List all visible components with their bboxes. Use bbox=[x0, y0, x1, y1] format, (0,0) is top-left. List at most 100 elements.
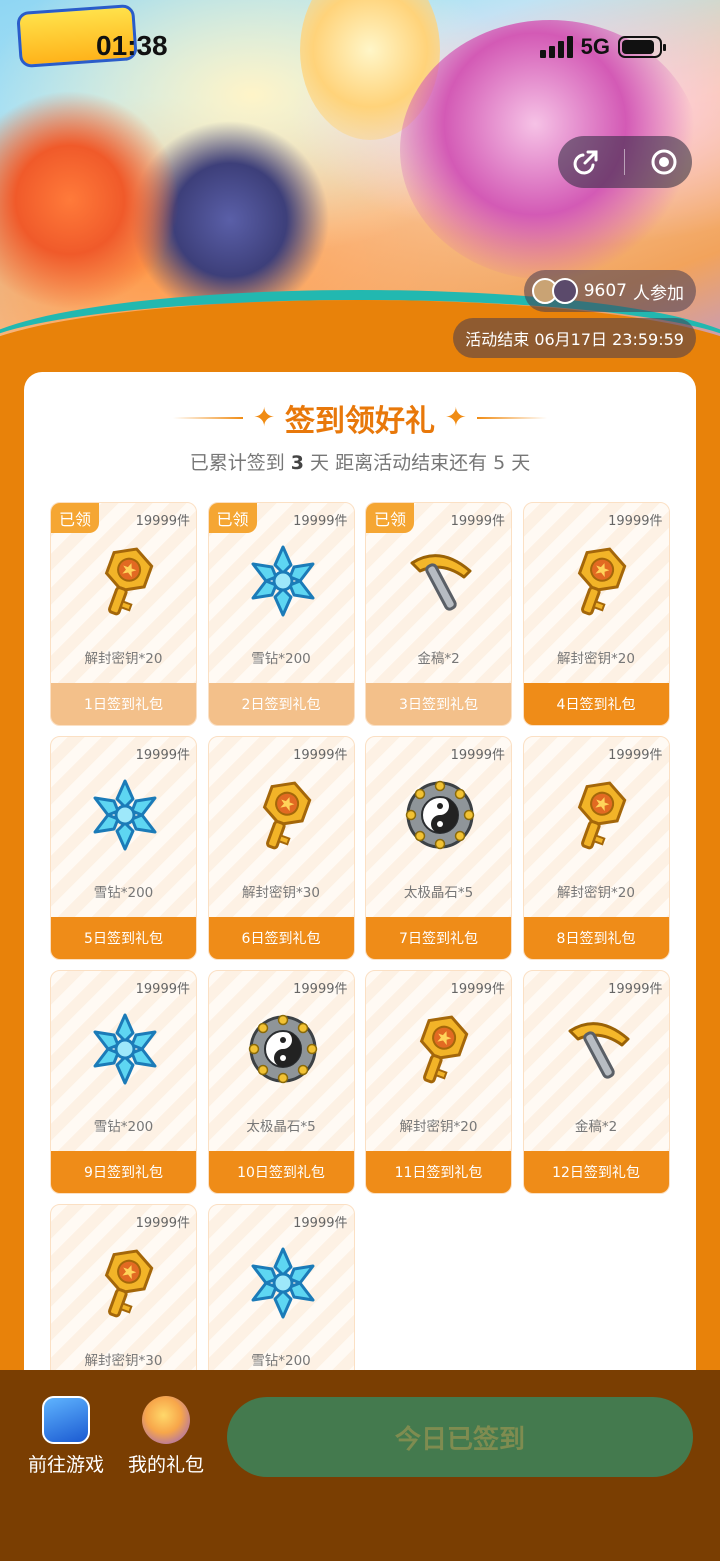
days-left-count: 5 bbox=[493, 452, 506, 474]
claimed-badge: 已领 bbox=[208, 503, 257, 533]
sparkle-icon: ✦ bbox=[253, 403, 275, 433]
reward-item-name: 解封密钥*20 bbox=[84, 651, 163, 667]
go-to-game-button[interactable]: 前往游戏 bbox=[21, 1396, 111, 1477]
signal-icon bbox=[539, 36, 573, 58]
day-gift-label: 6日签到礼包 bbox=[208, 917, 354, 959]
reward-tile[interactable]: 19999件解封密钥*30 6日签到礼包 bbox=[207, 736, 355, 960]
reward-item-name: 雪钻*200 bbox=[93, 885, 154, 901]
stock-count: 19999件 bbox=[293, 982, 348, 997]
key-icon bbox=[245, 777, 321, 853]
checkin-card: ✦ 签到领好礼 ✦ 已累计签到 3 天 距离活动结束还有 5 天 已领 19999… bbox=[24, 372, 696, 1382]
status-time: 01:38 bbox=[96, 30, 168, 61]
target-close-icon[interactable] bbox=[647, 145, 681, 179]
reward-item-name: 金稿*2 bbox=[574, 1119, 618, 1135]
game-app-icon bbox=[42, 1396, 90, 1444]
stock-count: 19999件 bbox=[293, 514, 348, 529]
gift-avatar-icon bbox=[142, 1396, 190, 1444]
signed-days-count: 3 bbox=[290, 452, 304, 474]
day-gift-label: 3日签到礼包 bbox=[366, 683, 511, 725]
claimed-badge: 已领 bbox=[51, 503, 100, 533]
reward-tile[interactable]: 19999件 解封密钥*20 4日签到礼包 bbox=[522, 502, 670, 726]
gold-pickaxe-icon bbox=[560, 1011, 636, 1087]
day-gift-label: 1日签到礼包 bbox=[51, 683, 196, 725]
status-indicators: 5G bbox=[539, 34, 666, 60]
title-line-right bbox=[476, 417, 547, 419]
reward-item-name: 雪钻*200 bbox=[93, 1119, 154, 1135]
day-gift-label: 2日签到礼包 bbox=[208, 683, 354, 725]
card-title: 签到领好礼 bbox=[285, 404, 435, 439]
key-icon bbox=[560, 777, 636, 853]
day-gift-label: 4日签到礼包 bbox=[523, 683, 669, 725]
stock-count: 19999件 bbox=[450, 514, 505, 529]
stock-count: 19999件 bbox=[293, 1216, 348, 1231]
participant-avatars bbox=[531, 278, 578, 304]
key-icon bbox=[560, 543, 636, 619]
activity-end-time: 活动结束 06月17日 23:59:59 bbox=[453, 318, 696, 358]
reward-tile[interactable]: 已领 19999件解封密钥*20 1日签到礼包 bbox=[50, 502, 197, 726]
participants-count: 9607 bbox=[583, 281, 627, 301]
reward-item-name: 解封密钥*30 bbox=[84, 1353, 163, 1369]
stock-count: 19999件 bbox=[135, 748, 190, 763]
taiji-crystal-icon bbox=[245, 1011, 321, 1087]
reward-item-name: 金稿*2 bbox=[417, 651, 460, 667]
key-icon bbox=[87, 1245, 163, 1321]
reward-item-name: 解封密钥*20 bbox=[557, 885, 635, 901]
reward-item-name: 雪钻*200 bbox=[251, 651, 311, 667]
snow-diamond-icon bbox=[87, 777, 163, 853]
summary-suffix: 天 bbox=[511, 452, 531, 474]
day-gift-label: 7日签到礼包 bbox=[366, 917, 511, 959]
mini-program-capsule bbox=[558, 136, 692, 188]
reward-tile[interactable]: 19999件 解封密钥*20 8日签到礼包 bbox=[522, 736, 670, 960]
reward-item-name: 太极晶石*5 bbox=[246, 1119, 316, 1135]
key-icon bbox=[87, 543, 163, 619]
network-type: 5G bbox=[580, 34, 610, 59]
snow-diamond-icon bbox=[245, 1245, 321, 1321]
stock-count: 19999件 bbox=[293, 748, 348, 763]
stock-count: 19999件 bbox=[608, 514, 663, 529]
stock-count: 19999件 bbox=[135, 514, 190, 529]
claimed-badge: 已领 bbox=[366, 503, 415, 533]
stock-count: 19999件 bbox=[608, 982, 663, 997]
reward-tile[interactable]: 已领 19999件金稿*2 3日签到礼包 bbox=[365, 502, 512, 726]
battery-icon bbox=[618, 36, 666, 58]
reward-tile[interactable]: 已领 19999件雪钻*200 2日签到礼包 bbox=[207, 502, 355, 726]
reward-tile[interactable]: 19999件雪钻*20014日签到礼包 bbox=[207, 1204, 355, 1382]
reward-item-name: 解封密钥*30 bbox=[242, 885, 320, 901]
reward-tile[interactable]: 19999件雪钻*200 5日签到礼包 bbox=[50, 736, 197, 960]
participants-pill: 9607 人参加 bbox=[523, 270, 696, 312]
day-gift-label: 5日签到礼包 bbox=[51, 917, 196, 959]
stock-count: 19999件 bbox=[135, 982, 190, 997]
stock-count: 19999件 bbox=[450, 748, 505, 763]
reward-tile[interactable]: 19999件雪钻*200 9日签到礼包 bbox=[50, 970, 197, 1194]
snow-diamond-icon bbox=[87, 1011, 163, 1087]
reward-item-name: 太极晶石*5 bbox=[403, 885, 474, 901]
day-gift-label: 11日签到礼包 bbox=[366, 1151, 511, 1193]
signed-today-button[interactable]: 今日已签到 bbox=[227, 1397, 693, 1477]
go-to-game-label: 前往游戏 bbox=[27, 1454, 104, 1476]
my-gifts-button[interactable]: 我的礼包 bbox=[121, 1396, 211, 1477]
stock-count: 19999件 bbox=[608, 748, 663, 763]
share-arrow-icon[interactable] bbox=[569, 145, 603, 179]
gold-pickaxe-icon bbox=[402, 543, 478, 619]
my-gifts-label: 我的礼包 bbox=[127, 1454, 204, 1476]
card-title-row: ✦ 签到领好礼 ✦ bbox=[24, 396, 696, 440]
taiji-crystal-icon bbox=[402, 777, 478, 853]
day-gift-label: 12日签到礼包 bbox=[523, 1151, 669, 1193]
participants-label: 人参加 bbox=[633, 283, 684, 304]
stock-count: 19999件 bbox=[450, 982, 505, 997]
stock-count: 19999件 bbox=[135, 1216, 190, 1231]
summary-prefix: 已累计签到 bbox=[189, 452, 285, 474]
summary-mid: 天 距离活动结束还有 bbox=[310, 452, 488, 474]
capsule-divider bbox=[624, 149, 626, 175]
checkin-summary: 已累计签到 3 天 距离活动结束还有 5 天 bbox=[24, 448, 696, 475]
reward-tile[interactable]: 19999件金稿*2 12日签到礼包 bbox=[522, 970, 670, 1194]
reward-tile[interactable]: 19999件解封密钥*3013日签到礼包 bbox=[50, 1204, 197, 1382]
reward-tile[interactable]: 19999件 解封密钥*20 11日签到礼包 bbox=[365, 970, 512, 1194]
day-gift-label: 9日签到礼包 bbox=[51, 1151, 196, 1193]
bottom-action-bar: 前往游戏 我的礼包 今日已签到 bbox=[0, 1370, 720, 1561]
title-line-left bbox=[173, 417, 244, 419]
reward-tile[interactable]: 19999件太极晶石*5 7日签到礼包 bbox=[365, 736, 512, 960]
reward-grid: 已领 19999件 解封密钥*20 1日签到礼包 已领 19999件 雪钻*200 2日签到礼… bbox=[50, 502, 670, 1382]
reward-tile[interactable]: 19999件 太极晶石*5 10日签到礼包 bbox=[207, 970, 355, 1194]
snow-diamond-icon bbox=[245, 543, 321, 619]
